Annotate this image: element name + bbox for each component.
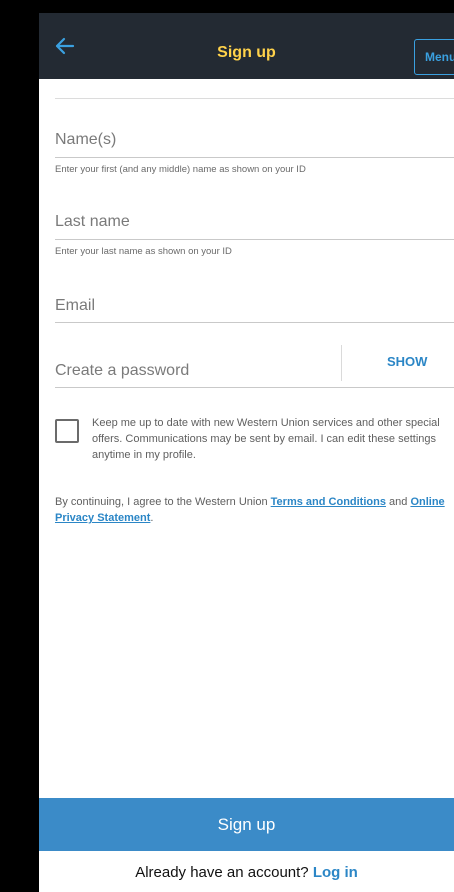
password-field-underline — [55, 387, 454, 388]
login-prompt-row: Already have an account? Log in — [39, 864, 454, 881]
names-field-label: Name(s) — [55, 131, 117, 148]
last-name-field-label: Last name — [55, 213, 130, 230]
password-show-divider — [341, 345, 342, 381]
marketing-consent-text: Keep me up to date with new Western Unio… — [92, 417, 440, 461]
legal-prefix: By continuing, I agree to the Western Un… — [55, 496, 271, 508]
last-name-field-underline — [55, 239, 454, 240]
names-field-hint: Enter your first (and any middle) name a… — [55, 164, 306, 175]
signup-screen: Sign up Menu Name(s) Enter your first (a… — [39, 13, 454, 892]
legal-text: By continuing, I agree to the Western Un… — [55, 494, 451, 526]
email-field[interactable]: Email — [55, 294, 454, 326]
menu-button[interactable]: Menu — [414, 39, 454, 75]
last-name-field[interactable]: Last name Enter your last name as shown … — [55, 210, 454, 270]
legal-middle: and — [385, 496, 411, 508]
legal-suffix: . — [150, 512, 154, 524]
login-link[interactable]: Log in — [313, 864, 358, 881]
top-divider — [55, 98, 454, 99]
email-field-label: Email — [55, 297, 96, 314]
names-field-underline — [55, 157, 454, 158]
page-title: Sign up — [217, 44, 276, 61]
terms-link[interactable]: Terms and Conditions — [271, 496, 386, 508]
show-password-button[interactable]: SHOW — [387, 354, 427, 369]
signup-button[interactable]: Sign up — [39, 798, 454, 851]
email-field-underline — [55, 322, 454, 323]
last-name-field-hint: Enter your last name as shown on your ID — [55, 246, 232, 257]
login-prompt: Already have an account? — [135, 864, 313, 881]
app-bar: Sign up Menu — [39, 13, 454, 79]
password-field-label: Create a password — [55, 362, 190, 379]
names-field[interactable]: Name(s) Enter your first (and any middle… — [55, 128, 454, 188]
marketing-consent-checkbox[interactable] — [55, 419, 79, 443]
